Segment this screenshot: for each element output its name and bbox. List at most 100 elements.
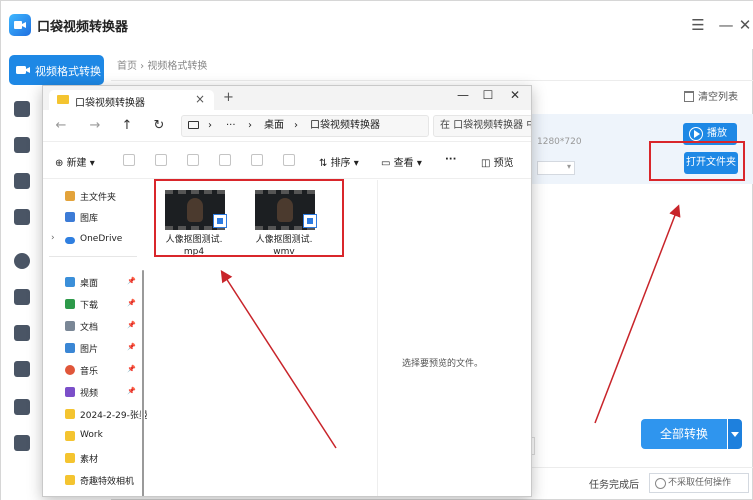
task-complete-select[interactable]: 不采取任何操作 bbox=[649, 473, 749, 493]
new-tab-icon[interactable]: + bbox=[223, 90, 234, 105]
task-complete-label: 任务完成后 bbox=[589, 480, 639, 491]
share-icon[interactable] bbox=[251, 154, 263, 166]
video-merge-icon[interactable] bbox=[14, 209, 30, 225]
explorer-close-icon[interactable]: ✕ bbox=[507, 88, 523, 102]
cut-icon[interactable] bbox=[123, 154, 135, 166]
highlight-box-open-folder bbox=[649, 141, 745, 181]
nav-label: 视频 bbox=[80, 389, 99, 399]
video-camera-icon bbox=[16, 66, 30, 74]
nav-label: 主文件夹 bbox=[80, 193, 117, 203]
gif-icon[interactable] bbox=[14, 253, 30, 269]
close-icon[interactable]: ✕ bbox=[736, 16, 753, 34]
address-chevron-icon: › bbox=[248, 120, 252, 131]
pin-icon[interactable]: 📌 bbox=[127, 387, 136, 395]
divider bbox=[111, 80, 753, 81]
video-compress-icon[interactable] bbox=[14, 137, 30, 153]
video-edit-icon[interactable] bbox=[14, 173, 30, 189]
new-button[interactable]: ⊕ 新建 ▾ bbox=[55, 154, 95, 169]
nav-item-documents[interactable]: 文档 📌 bbox=[43, 316, 141, 336]
address-segment-folder[interactable]: 口袋视频转换器 bbox=[310, 116, 380, 136]
footer-divider bbox=[531, 467, 753, 468]
cloud-icon bbox=[65, 237, 75, 244]
nav-item-music[interactable]: 音乐 📌 bbox=[43, 360, 141, 380]
back-icon[interactable]: ← bbox=[53, 118, 69, 133]
format-select[interactable]: ▾ bbox=[537, 161, 575, 175]
address-segment-desktop[interactable]: 桌面 bbox=[264, 116, 284, 136]
folder-icon bbox=[65, 453, 75, 463]
nav-divider bbox=[49, 256, 137, 257]
pin-icon[interactable]: 📌 bbox=[127, 343, 136, 351]
pin-icon[interactable]: 📌 bbox=[127, 277, 136, 285]
copy-icon[interactable] bbox=[155, 154, 167, 166]
forward-icon[interactable]: → bbox=[87, 118, 103, 133]
nav-item-folder[interactable]: 素材 bbox=[43, 448, 141, 468]
address-ellipsis[interactable]: ··· bbox=[226, 116, 236, 136]
nav-item-videos[interactable]: 视频 📌 bbox=[43, 382, 141, 402]
explorer-maximize-icon[interactable]: ☐ bbox=[480, 88, 496, 102]
app-header: 口袋视频转换器 ☰ — ✕ bbox=[1, 1, 753, 49]
convert-all-button[interactable]: 全部转换 bbox=[641, 419, 727, 449]
pin-icon[interactable]: 📌 bbox=[127, 321, 136, 329]
nav-item-downloads[interactable]: 下载 📌 bbox=[43, 294, 141, 314]
video-rotate-icon[interactable] bbox=[14, 325, 30, 341]
folder-icon bbox=[65, 409, 75, 419]
file-explorer-window: 口袋视频转换器 × + — ☐ ✕ ← → ↑ ↻ › ··· › 桌面 › 口… bbox=[42, 85, 532, 497]
search-input[interactable]: 在 口袋视频转换器 中 bbox=[433, 115, 531, 137]
view-label: 查看 bbox=[393, 158, 414, 169]
sort-button[interactable]: ⇅ 排序 ▾ bbox=[319, 154, 359, 169]
expand-chevron-icon[interactable]: › bbox=[51, 233, 55, 243]
nav-label: 奇趣特效相机 bbox=[80, 477, 135, 487]
up-icon[interactable]: ↑ bbox=[119, 118, 135, 133]
explorer-address-bar: ← → ↑ ↻ › ··· › 桌面 › 口袋视频转换器 在 口袋视频转换器 中 bbox=[43, 110, 531, 142]
nav-label: 下载 bbox=[80, 301, 99, 311]
pin-icon[interactable]: 📌 bbox=[127, 299, 136, 307]
folder-icon bbox=[57, 95, 69, 104]
nav-item-folder[interactable]: 2024-2-29-张曼 bbox=[43, 404, 148, 424]
nav-item-desktop[interactable]: 桌面 📌 bbox=[43, 272, 141, 292]
audio-convert-icon[interactable] bbox=[14, 101, 30, 117]
explorer-navigation-pane: 主文件夹 图库 › OneDrive 桌面 📌 下载 📌 文档 📌 图片 📌 音乐 📌 视频… bbox=[43, 180, 148, 496]
explorer-tabbar: 口袋视频转换器 × + — ☐ ✕ bbox=[43, 86, 531, 110]
video-icon bbox=[65, 387, 75, 397]
convert-dropdown-button[interactable] bbox=[728, 419, 742, 449]
explorer-minimize-icon[interactable]: — bbox=[455, 88, 471, 102]
nav-item-gallery[interactable]: 图库 bbox=[43, 207, 141, 227]
view-button[interactable]: ▭ 查看 ▾ bbox=[381, 154, 422, 169]
subtitle-icon[interactable] bbox=[14, 435, 30, 451]
explorer-tab-label: 口袋视频转换器 bbox=[75, 98, 145, 109]
pin-icon[interactable]: 📌 bbox=[127, 365, 136, 373]
menu-icon[interactable]: ☰ bbox=[689, 16, 707, 34]
tab-close-icon[interactable]: × bbox=[195, 92, 205, 106]
desktop-icon bbox=[65, 277, 75, 287]
preview-button[interactable]: ◫ 预览 bbox=[481, 154, 514, 169]
explorer-tab[interactable]: 口袋视频转换器 × bbox=[49, 90, 214, 110]
highlight-box-files bbox=[154, 179, 344, 257]
nav-label: 桌面 bbox=[80, 279, 99, 289]
nav-item-folder[interactable]: Work bbox=[43, 426, 141, 446]
nav-label: OneDrive bbox=[80, 234, 123, 244]
nav-item-home[interactable]: 主文件夹 bbox=[43, 186, 141, 206]
preview-label: 预览 bbox=[493, 158, 514, 169]
clear-list-label: 清空列表 bbox=[698, 92, 738, 103]
delete-icon[interactable] bbox=[283, 154, 295, 166]
minimize-icon[interactable]: — bbox=[717, 16, 735, 34]
more-button[interactable]: ··· bbox=[445, 154, 456, 165]
screen-record-icon[interactable] bbox=[14, 361, 30, 377]
video-crop-icon[interactable] bbox=[14, 289, 30, 305]
clear-list-button[interactable]: 清空列表 bbox=[684, 88, 738, 103]
paste-icon[interactable] bbox=[187, 154, 199, 166]
rename-icon[interactable] bbox=[219, 154, 231, 166]
sidebar-item-video-format-convert[interactable]: 视频格式转换 bbox=[9, 55, 104, 85]
breadcrumb: 首页 › 视频格式转换 bbox=[117, 61, 208, 72]
nav-scrollbar[interactable] bbox=[141, 180, 145, 496]
address-input[interactable]: › ··· › 桌面 › 口袋视频转换器 bbox=[181, 115, 429, 137]
refresh-icon[interactable]: ↻ bbox=[151, 118, 167, 133]
nav-label: 图片 bbox=[80, 345, 99, 355]
nav-item-pictures[interactable]: 图片 📌 bbox=[43, 338, 141, 358]
play-label: 播放 bbox=[707, 128, 727, 139]
nav-item-folder[interactable]: 奇趣特效相机 bbox=[43, 470, 141, 490]
nav-label: 音乐 bbox=[80, 367, 99, 377]
sort-label: 排序 bbox=[330, 158, 351, 169]
watermark-icon[interactable] bbox=[14, 399, 30, 415]
nav-item-onedrive[interactable]: › OneDrive bbox=[43, 230, 141, 250]
